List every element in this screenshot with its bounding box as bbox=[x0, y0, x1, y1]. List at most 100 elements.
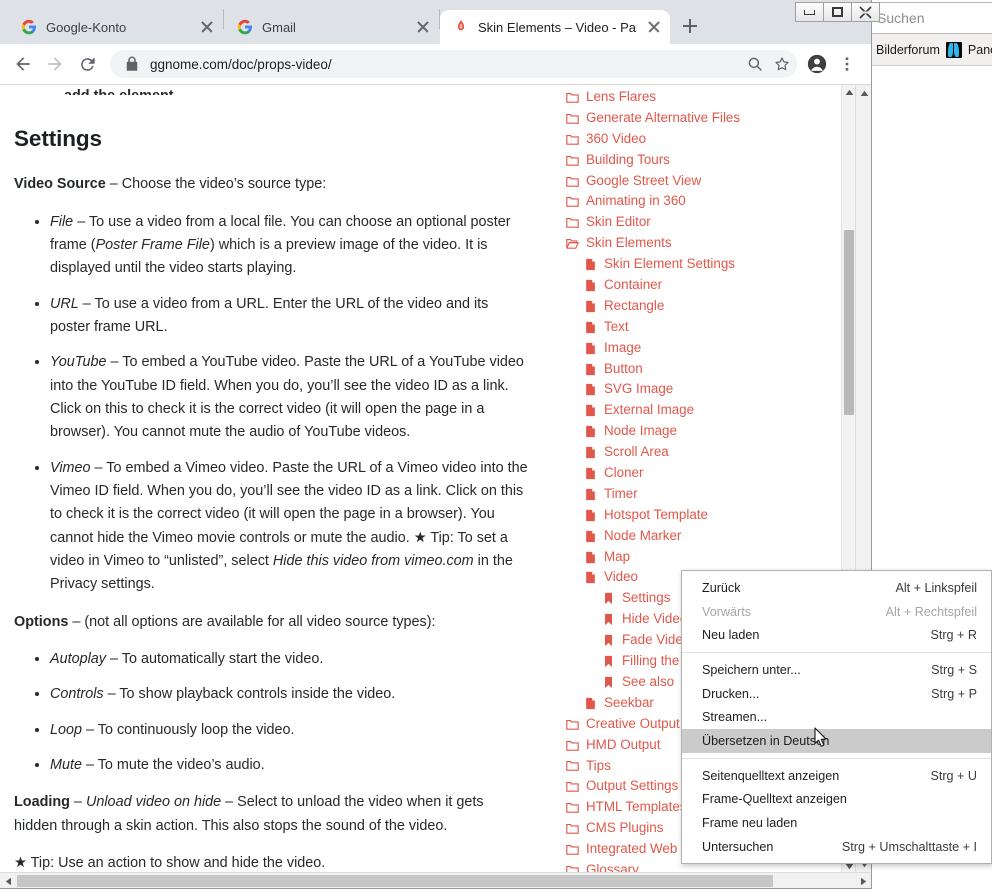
nav-scrollbar-thumb[interactable] bbox=[844, 230, 854, 415]
folder-closed-icon bbox=[566, 761, 579, 772]
nav-item-18[interactable]: Cloner bbox=[556, 463, 841, 484]
context-menu-item[interactable]: Zurück Alt + Linkspfeil bbox=[682, 576, 991, 600]
three-dot-menu-icon[interactable] bbox=[833, 50, 861, 78]
nav-item-label: Lens Flares bbox=[586, 89, 656, 104]
tab-close-icon[interactable] bbox=[646, 19, 662, 35]
close-icon[interactable] bbox=[851, 2, 880, 22]
nav-item-15[interactable]: External Image bbox=[556, 400, 841, 421]
context-menu-item[interactable]: Seitenquelltext anzeigen Strg + U bbox=[682, 764, 991, 788]
nav-item-label: Settings bbox=[622, 590, 671, 606]
star-icon[interactable] bbox=[773, 55, 791, 73]
nav-item-21[interactable]: Node Marker bbox=[556, 526, 841, 547]
forward-arrow-icon[interactable] bbox=[40, 49, 70, 79]
context-menu-item[interactable]: Übersetzen in Deutsch bbox=[682, 729, 991, 753]
context-menu-item[interactable]: Untersuchen Strg + Umschalttaste + I bbox=[682, 835, 991, 859]
window-controls[interactable] bbox=[795, 2, 880, 22]
context-menu-item[interactable]: Frame neu laden bbox=[682, 811, 991, 835]
nav-item-label: CMS Plugins bbox=[586, 820, 664, 836]
context-menu-item[interactable]: Drucken... Strg + P bbox=[682, 682, 991, 706]
folder-closed-icon bbox=[566, 803, 579, 813]
nav-item-label: Text bbox=[604, 318, 629, 334]
nav-item-label: Tips bbox=[586, 757, 611, 773]
options-intro: – (not all options are available for all… bbox=[68, 613, 436, 630]
term-file-em: Poster Frame File bbox=[95, 237, 210, 254]
nav-item-22[interactable]: Map bbox=[556, 547, 841, 568]
address-bar-url[interactable]: ggnome.com/doc/props-video/ bbox=[150, 57, 737, 72]
folder-closed-icon bbox=[566, 845, 579, 855]
nav-item-2[interactable]: 360 Video bbox=[556, 129, 841, 150]
background-bookmarks-toolbar[interactable]: Bilderforum Panofo bbox=[868, 34, 992, 66]
nav-item-5[interactable]: Animating in 360 bbox=[556, 191, 841, 212]
folder-closed-icon bbox=[566, 719, 579, 730]
page-icon bbox=[586, 384, 595, 396]
loading-dash: – bbox=[69, 794, 86, 811]
nav-item-label: Animating in 360 bbox=[586, 193, 686, 209]
nav-item-14[interactable]: SVG Image bbox=[556, 379, 841, 400]
nav-item-1[interactable]: Generate Alternative Files bbox=[556, 108, 841, 129]
tab-title: Google-Konto bbox=[46, 19, 127, 35]
nav-item-4[interactable]: Google Street View bbox=[556, 171, 841, 192]
context-menu-item[interactable]: Neu laden Strg + R bbox=[682, 623, 991, 647]
nav-item-label: Button bbox=[604, 360, 643, 376]
page-icon bbox=[586, 530, 595, 542]
context-menu-item-label: Übersetzen in Deutsch bbox=[702, 733, 830, 748]
back-arrow-icon[interactable] bbox=[8, 49, 38, 79]
tab-gmail[interactable]: Gmail bbox=[224, 10, 439, 44]
context-menu-item[interactable]: Speichern unter... Strg + S bbox=[682, 658, 991, 682]
nav-item-3[interactable]: Building Tours bbox=[556, 150, 841, 171]
tab-close-icon[interactable] bbox=[199, 19, 215, 35]
address-bar[interactable]: ggnome.com/doc/props-video/ bbox=[110, 50, 797, 78]
term-youtube: YouTube bbox=[50, 354, 107, 371]
list-item: Mute – To mute the video’s audio. bbox=[50, 754, 530, 777]
context-menu-item-label: Frame neu laden bbox=[702, 816, 798, 831]
context-menu-item[interactable]: Streamen... bbox=[682, 705, 991, 729]
tab-google-konto[interactable]: Google-Konto bbox=[8, 10, 223, 44]
bookmark-panofactory[interactable]: Panofo bbox=[968, 43, 992, 57]
folder-closed-icon bbox=[566, 176, 579, 187]
tab-close-icon[interactable] bbox=[415, 19, 431, 35]
nav-item-label: Container bbox=[604, 277, 663, 293]
new-tab-button[interactable] bbox=[676, 12, 704, 40]
browser-context-menu[interactable]: Zurück Alt + Linkspfeil Vorwärts Alt + Rech… bbox=[681, 570, 992, 864]
context-menu-item[interactable]: Frame-Quelltext anzeigen bbox=[682, 788, 991, 812]
reload-icon[interactable] bbox=[72, 49, 102, 79]
context-menu-item[interactable]: Vorwärts Alt + Rechtspfeil bbox=[682, 600, 991, 624]
context-menu-separator bbox=[682, 757, 991, 759]
page-scroll-up-arrow-icon[interactable] bbox=[856, 85, 871, 102]
search-icon[interactable] bbox=[746, 55, 764, 73]
list-item: URL – To use a video from a URL. Enter t… bbox=[50, 293, 530, 340]
minimize-icon[interactable] bbox=[795, 2, 824, 22]
nav-item-13[interactable]: Button bbox=[556, 359, 841, 380]
page-icon bbox=[586, 697, 595, 709]
nav-item-19[interactable]: Timer bbox=[556, 484, 841, 505]
folder-closed-icon bbox=[566, 218, 579, 229]
nav-item-label: Building Tours bbox=[586, 151, 670, 167]
bookmark-bilderforum[interactable]: Bilderforum bbox=[876, 43, 940, 57]
tab-skin-elements-video[interactable]: Skin Elements – Video - Pano2VR bbox=[440, 10, 670, 44]
restore-icon[interactable] bbox=[823, 2, 852, 22]
nav-item-8[interactable]: Skin Element Settings bbox=[556, 254, 841, 275]
nav-item-label: Cloner bbox=[604, 465, 644, 481]
nav-item-11[interactable]: Text bbox=[556, 317, 841, 338]
background-search-input[interactable]: Suchen bbox=[868, 2, 992, 34]
nav-item-16[interactable]: Node Image bbox=[556, 421, 841, 442]
folder-closed-icon bbox=[566, 197, 579, 208]
page-scroll-left-arrow-icon[interactable] bbox=[0, 873, 17, 888]
nav-item-20[interactable]: Hotspot Template bbox=[556, 505, 841, 526]
nav-item-label: Skin Elements bbox=[586, 235, 672, 251]
nav-item-label: Output Settings bbox=[586, 778, 679, 794]
page-horizontal-scrollbar[interactable] bbox=[0, 872, 871, 888]
nav-item-7[interactable]: Skin Elements bbox=[556, 233, 841, 254]
nav-item-0[interactable]: Lens Flares bbox=[556, 87, 841, 108]
nav-item-9[interactable]: Container bbox=[556, 275, 841, 296]
page-scroll-right-arrow-icon[interactable] bbox=[855, 873, 871, 888]
nav-item-10[interactable]: Rectangle bbox=[556, 296, 841, 317]
nav-item-17[interactable]: Scroll Area bbox=[556, 442, 841, 463]
profile-avatar-icon[interactable] bbox=[803, 50, 831, 78]
page-icon bbox=[586, 551, 595, 563]
page-hscrollbar-thumb[interactable] bbox=[17, 875, 773, 887]
nav-item-label: Node Marker bbox=[604, 527, 682, 543]
scroll-up-arrow-icon[interactable] bbox=[842, 85, 855, 99]
nav-item-12[interactable]: Image bbox=[556, 338, 841, 359]
nav-item-6[interactable]: Skin Editor bbox=[556, 212, 841, 233]
